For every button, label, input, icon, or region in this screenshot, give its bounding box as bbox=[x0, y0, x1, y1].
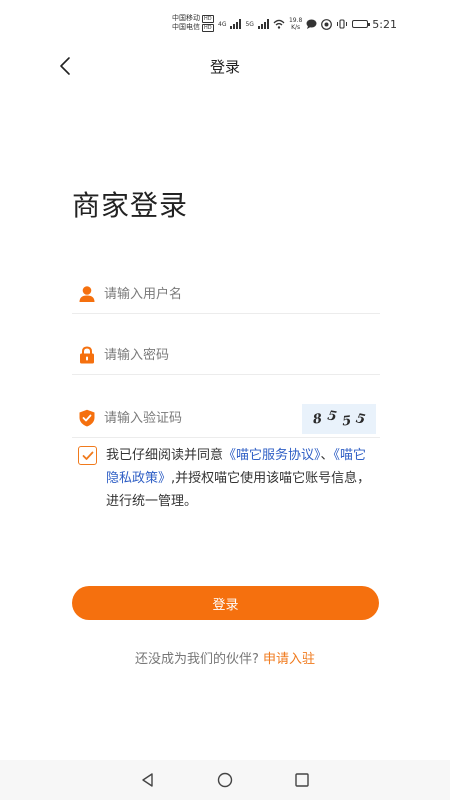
apply-join-link[interactable]: 申请入驻 bbox=[263, 652, 315, 667]
carrier-1-label: 中国移动 bbox=[172, 14, 200, 22]
register-prompt-text: 还没成为我们的伙伴? bbox=[134, 652, 259, 667]
circle-home-icon bbox=[217, 772, 233, 788]
net-speed: 19.8 K/s bbox=[289, 17, 302, 31]
register-prompt: 还没成为我们的伙伴? 申请入驻 bbox=[0, 648, 450, 667]
username-input[interactable] bbox=[104, 282, 304, 306]
service-agreement-link[interactable]: 《喵它服务协议》 bbox=[223, 448, 321, 463]
captcha-char: 5 bbox=[354, 410, 367, 428]
nav-back-button[interactable] bbox=[138, 770, 158, 790]
triangle-back-icon bbox=[142, 773, 153, 787]
captcha-image[interactable]: 8 5 5 5 bbox=[302, 404, 376, 434]
password-input[interactable] bbox=[104, 343, 304, 367]
user-icon bbox=[79, 286, 95, 302]
status-icons: 4G 5G 19.8 K/s 5:21 bbox=[218, 17, 397, 31]
notification-icon bbox=[321, 18, 333, 30]
verification-code-input[interactable] bbox=[104, 406, 304, 430]
hd-badge: HD bbox=[202, 14, 214, 23]
battery-icon bbox=[352, 20, 371, 28]
wifi-icon bbox=[273, 19, 285, 29]
captcha-char: 5 bbox=[326, 407, 339, 425]
net-speed-unit: K/s bbox=[291, 24, 301, 31]
hd-badge: HD bbox=[202, 23, 214, 32]
captcha-char: 8 bbox=[312, 410, 324, 428]
network-type-2: 5G bbox=[245, 20, 254, 28]
clock: 5:21 bbox=[372, 17, 397, 31]
top-nav-bar: 登录 bbox=[0, 46, 450, 86]
carrier-2-label: 中国电信 bbox=[172, 23, 200, 31]
login-button[interactable]: 登录 bbox=[72, 586, 379, 620]
agreement-prefix: 我已仔细阅读并同意 bbox=[106, 448, 224, 463]
lock-icon bbox=[80, 346, 94, 364]
checkmark-icon bbox=[82, 451, 93, 460]
username-field bbox=[72, 274, 380, 314]
signal-icon bbox=[257, 19, 269, 29]
captcha-char: 5 bbox=[340, 413, 352, 429]
square-recents-icon bbox=[295, 773, 309, 787]
chat-bubble-icon bbox=[306, 19, 317, 29]
password-field bbox=[72, 335, 380, 375]
carrier-info: 中国移动 HD 中国电信 HD bbox=[172, 14, 214, 32]
verification-code-field: 8 5 5 5 bbox=[72, 398, 380, 438]
nav-home-button[interactable] bbox=[215, 770, 235, 790]
system-nav-bar bbox=[0, 760, 450, 800]
status-bar: 中国移动 HD 中国电信 HD 4G 5G 19.8 K/s 5:21 bbox=[0, 0, 450, 42]
net-speed-value: 19.8 bbox=[288, 17, 303, 24]
nav-recents-button[interactable] bbox=[292, 770, 312, 790]
vibrate-icon bbox=[337, 19, 348, 29]
merchant-login-heading: 商家登录 bbox=[72, 189, 189, 222]
agreement-text: 我已仔细阅读并同意《喵它服务协议》、《喵它隐私政策》,并授权喵它使用该喵它账号信… bbox=[106, 444, 378, 513]
network-type-1: 4G bbox=[218, 20, 227, 28]
page-title: 登录 bbox=[209, 58, 240, 76]
agreement-separator: 、 bbox=[320, 448, 334, 463]
shield-check-icon bbox=[79, 409, 95, 427]
signal-icon bbox=[230, 19, 242, 29]
agreement-checkbox[interactable] bbox=[78, 446, 97, 465]
